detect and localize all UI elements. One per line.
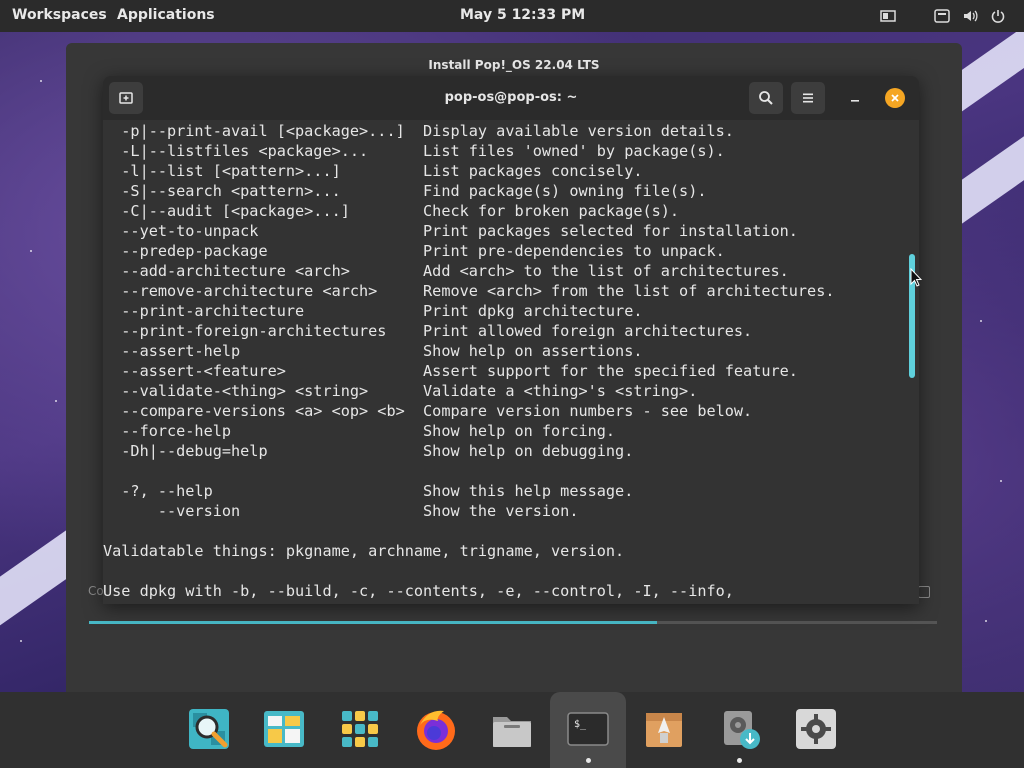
terminal-running-indicator: [586, 758, 591, 763]
search-icon: [759, 91, 773, 105]
dock-pop-shop[interactable]: [639, 704, 689, 754]
close-button[interactable]: [885, 88, 905, 108]
installer-checkbox-icon[interactable]: [918, 586, 930, 598]
terminal-output[interactable]: -p|--print-avail [<package>...] Display …: [103, 120, 919, 604]
terminal-line: -Dh|--debug=help Show help on debugging.: [103, 442, 634, 460]
minimize-icon: [851, 100, 859, 102]
clock[interactable]: May 5 12:33 PM: [460, 7, 585, 23]
folder-icon: [493, 717, 531, 747]
svg-text:$_: $_: [574, 719, 587, 730]
app-grid-icon: [342, 711, 378, 747]
applications-button[interactable]: Applications: [117, 7, 215, 23]
terminal-line: --compare-versions <a> <op> <b> Compare …: [103, 402, 753, 420]
rocket-shop-icon: [646, 713, 682, 747]
power-icon[interactable]: [990, 8, 1006, 24]
terminal-line: --assert-<feature> Assert support for th…: [103, 362, 798, 380]
volume-icon[interactable]: [962, 8, 978, 24]
terminal-window[interactable]: pop-os@pop-os: ~ -p|--print-avail [<pack…: [103, 76, 919, 604]
terminal-line: --predep-package Print pre-dependencies …: [103, 242, 725, 260]
magnifier-app-icon: [189, 709, 229, 749]
mouse-cursor-icon: [910, 267, 923, 292]
install-progress-bar: [89, 621, 937, 624]
install-progress-fill: [89, 621, 658, 624]
dock-firefox[interactable]: [411, 704, 461, 754]
terminal-line: --print-foreign-architectures Print allo…: [103, 322, 753, 340]
terminal-line: Validatable things: pkgname, archname, t…: [103, 542, 625, 560]
terminal-line: -C|--audit [<package>...] Check for brok…: [103, 202, 680, 220]
terminal-icon: $_: [567, 712, 609, 746]
dock-files-manager[interactable]: [259, 704, 309, 754]
dock-files[interactable]: [487, 704, 537, 754]
installer-hint-text: Co: [88, 584, 104, 598]
terminal-line: --add-architecture <arch> Add <arch> to …: [103, 262, 789, 280]
firefox-icon: [417, 710, 455, 750]
dock-settings[interactable]: [791, 704, 841, 754]
terminal-line: --version Show the version.: [103, 502, 579, 520]
dock-search-app[interactable]: [184, 704, 234, 754]
minimize-button[interactable]: [847, 90, 863, 106]
keyboard-icon[interactable]: [934, 8, 950, 24]
terminal-line: --validate-<thing> <string> Validate a <…: [103, 382, 698, 400]
terminal-line: --force-help Show help on forcing.: [103, 422, 616, 440]
terminal-line: -L|--listfiles <package>... List files '…: [103, 142, 725, 160]
terminal-header[interactable]: pop-os@pop-os: ~: [103, 76, 919, 120]
dock-app-grid[interactable]: [335, 704, 385, 754]
installer-disk-icon: [724, 711, 760, 749]
terminal-line: -p|--print-avail [<package>...] Display …: [103, 122, 734, 140]
gear-icon: [796, 709, 836, 749]
search-button[interactable]: [749, 82, 783, 114]
terminal-line: Use dpkg with -b, --build, -c, --content…: [103, 582, 734, 600]
terminal-line: -?, --help Show this help message.: [103, 482, 634, 500]
top-bar: Workspaces Applications May 5 12:33 PM: [0, 0, 1024, 32]
hamburger-icon: [803, 93, 813, 103]
terminal-line: -l|--list [<pattern>...] List packages c…: [103, 162, 643, 180]
terminal-line: --yet-to-unpack Print packages selected …: [103, 222, 798, 240]
close-icon: [891, 94, 899, 102]
installer-running-indicator: [737, 758, 742, 763]
menu-button[interactable]: [791, 82, 825, 114]
terminal-line: -S|--search <pattern>... Find package(s)…: [103, 182, 707, 200]
tiling-icon[interactable]: [880, 8, 896, 24]
workspaces-button[interactable]: Workspaces: [12, 7, 107, 23]
installer-title: Install Pop!_OS 22.04 LTS: [428, 58, 600, 72]
dock: $_: [0, 692, 1024, 768]
dock-installer[interactable]: [715, 704, 765, 754]
dock-terminal[interactable]: $_: [563, 704, 613, 754]
window-manager-icon: [264, 711, 304, 747]
terminal-line: --remove-architecture <arch> Remove <arc…: [103, 282, 835, 300]
terminal-line: --assert-help Show help on assertions.: [103, 342, 643, 360]
terminal-line: --print-architecture Print dpkg architec…: [103, 302, 643, 320]
